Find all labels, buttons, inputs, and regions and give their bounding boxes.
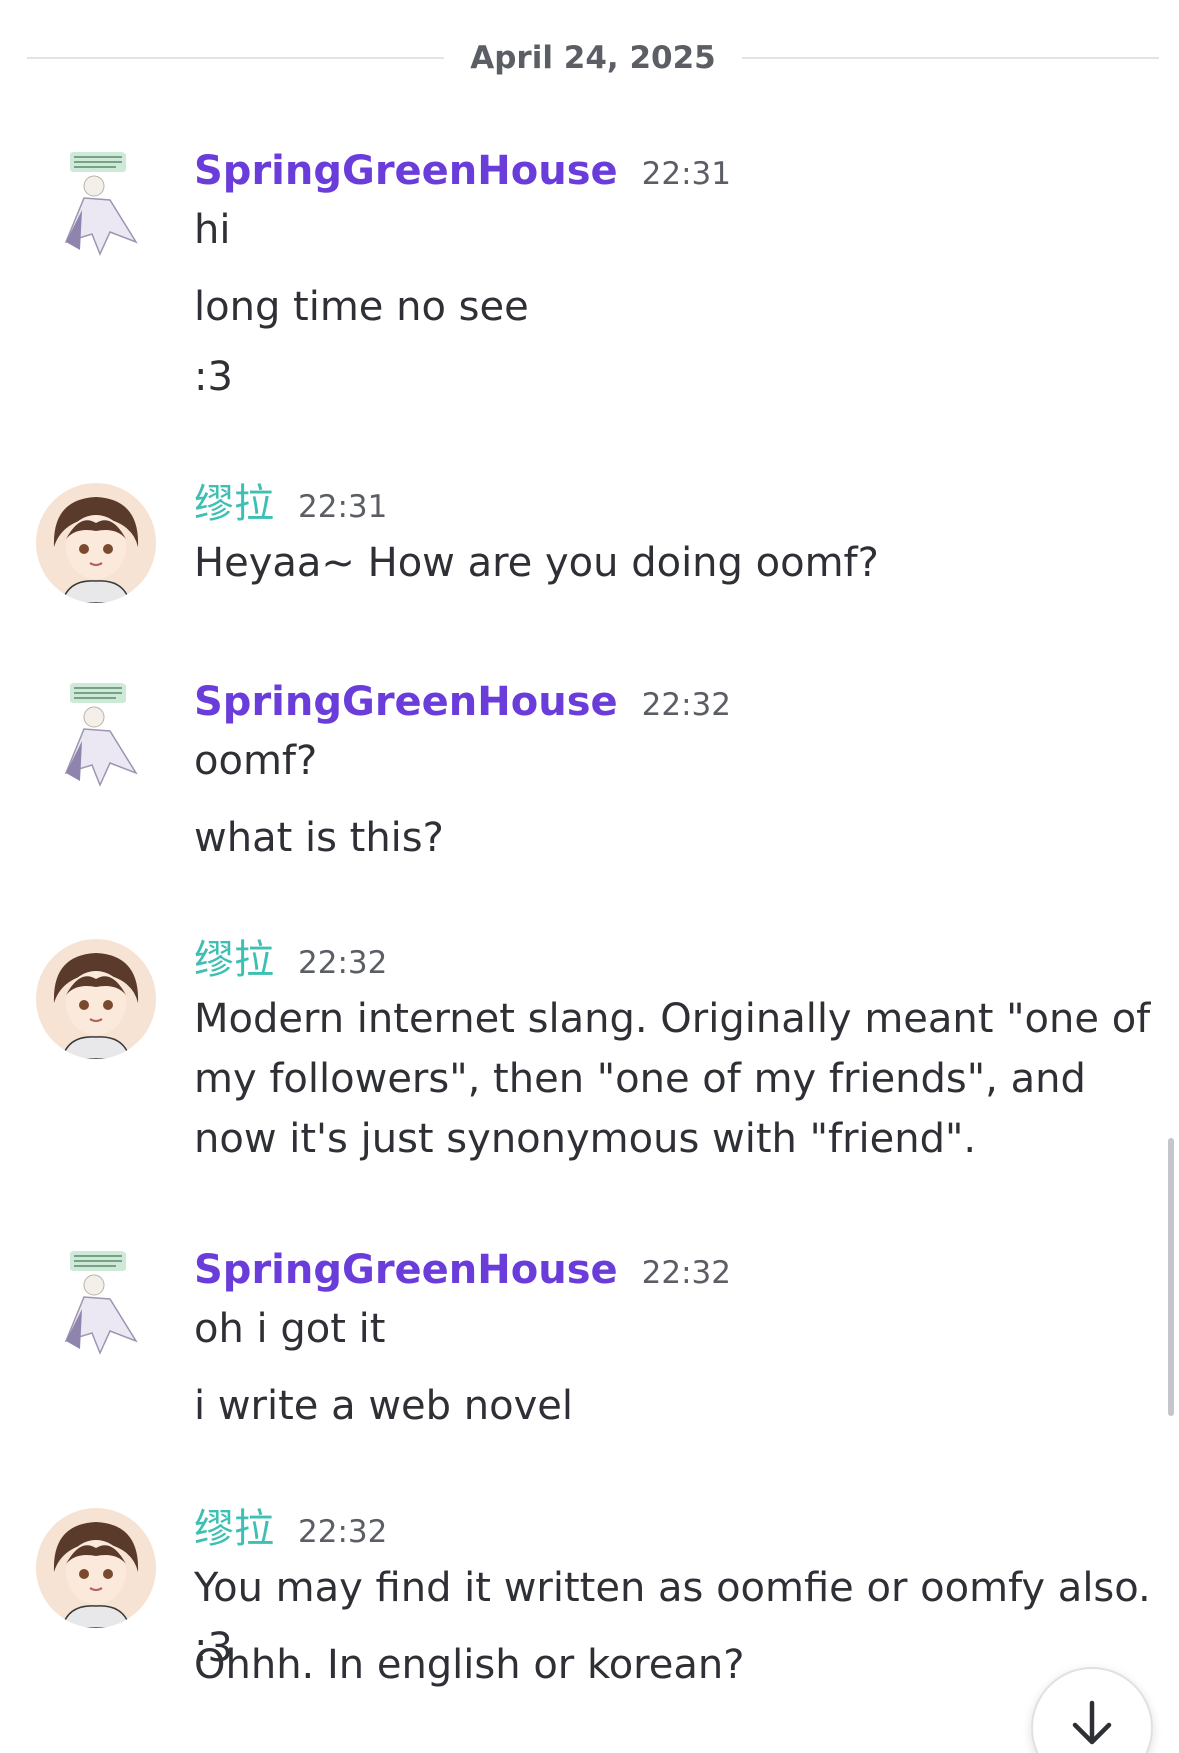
message-text[interactable]: long time no see [194,277,1154,337]
arrow-down-icon [1072,1700,1112,1745]
message-header: 缪拉 22:31 [194,479,387,529]
username[interactable]: 缪拉 [194,935,274,985]
date-divider: April 24, 2025 [27,36,1160,80]
anime-character-avatar[interactable] [36,1245,156,1365]
divider-line [741,57,1160,59]
message-header: SpringGreenHouse 22:32 [194,677,731,727]
timestamp: 22:32 [298,1514,388,1550]
message-header: 缪拉 22:32 [194,935,387,985]
anime-character-avatar[interactable] [36,677,156,797]
chat-view: April 24, 2025 SpringGreenHouse 22:31 hi… [0,0,1179,1753]
timestamp: 22:31 [641,156,731,192]
message-header: 缪拉 22:32 [194,1504,387,1554]
message-text[interactable]: oomf? [194,731,1154,791]
username[interactable]: 缪拉 [194,1504,274,1554]
anime-character-avatar[interactable] [36,146,156,266]
username[interactable]: 缪拉 [194,479,274,529]
message-text[interactable]: Ohhh. In english or korean? [194,1635,1154,1695]
username[interactable]: SpringGreenHouse [194,146,618,196]
date-label: April 24, 2025 [470,40,716,76]
message-text[interactable]: Heyaa~ How are you doing oomf? [194,533,1154,593]
message-header: SpringGreenHouse 22:31 [194,146,731,196]
anime-girl-avatar[interactable] [36,939,156,1059]
message-text[interactable]: oh i got it [194,1299,1154,1359]
username[interactable]: SpringGreenHouse [194,1245,618,1295]
divider-line [27,57,445,59]
message-text[interactable]: Modern internet slang. Originally meant … [194,989,1154,1169]
timestamp: 22:32 [641,687,731,723]
timestamp: 22:31 [298,489,388,525]
timestamp: 22:32 [298,945,388,981]
message-text[interactable]: what is this? [194,808,1154,868]
timestamp: 22:32 [641,1255,731,1291]
scrollbar[interactable] [1168,1138,1174,1416]
anime-girl-avatar[interactable] [36,483,156,603]
message-header: SpringGreenHouse 22:32 [194,1245,731,1295]
message-text[interactable]: i write a web novel [194,1376,1154,1436]
message-text[interactable]: hi [194,200,1154,260]
message-text[interactable]: :3 [194,347,1154,407]
username[interactable]: SpringGreenHouse [194,677,618,727]
anime-girl-avatar[interactable] [36,1508,156,1628]
